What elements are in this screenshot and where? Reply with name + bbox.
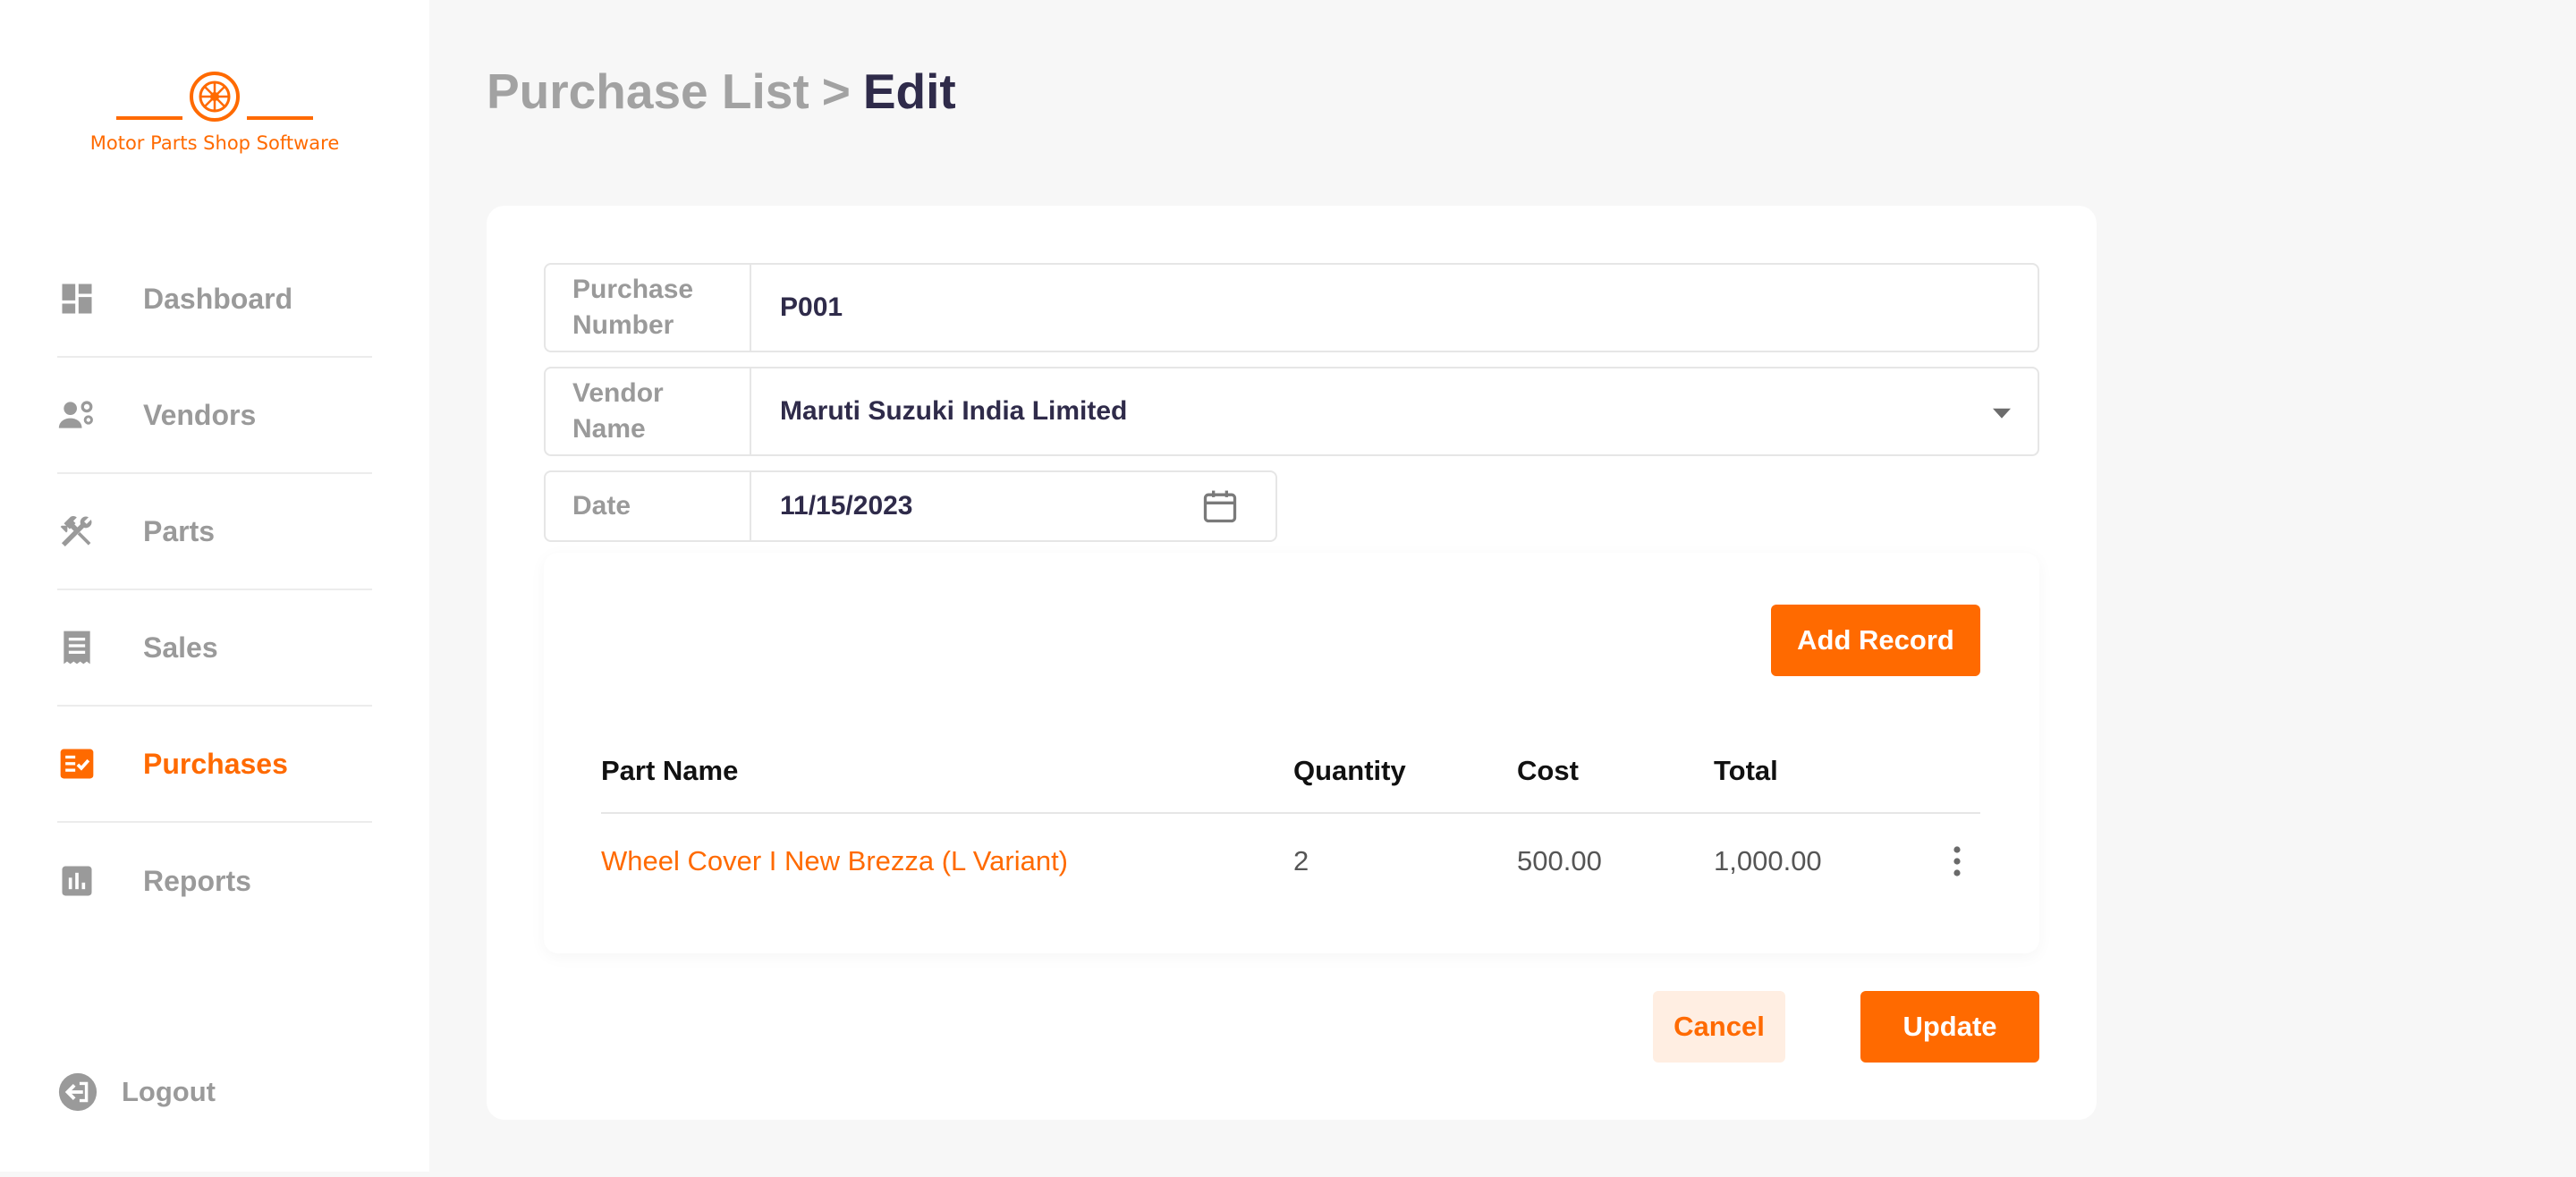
wheel-icon	[116, 72, 313, 122]
records-panel: Add Record Part Name Quantity Cost Total…	[544, 553, 2039, 953]
vendor-name-field: Vendor Name Maruti Suzuki India Limited	[544, 367, 2039, 456]
table-header: Part Name Quantity Cost Total	[601, 730, 1980, 814]
purchase-number-label: Purchase Number	[546, 265, 751, 351]
sidebar-item-label: Parts	[143, 514, 216, 547]
more-vertical-icon	[1953, 846, 1961, 876]
sidebar-item-sales[interactable]: Sales	[57, 590, 372, 707]
logout-label: Logout	[122, 1076, 216, 1107]
chevron-down-icon[interactable]	[1993, 408, 2011, 419]
add-record-button[interactable]: Add Record	[1771, 605, 1980, 676]
tools-icon	[57, 512, 97, 551]
date-input[interactable]: 11/15/2023	[751, 472, 1275, 540]
part-name-cell[interactable]: Wheel Cover I New Brezza (L Variant)	[601, 814, 1068, 909]
sidebar-item-purchases[interactable]: Purchases	[57, 707, 372, 823]
checklist-icon	[57, 744, 97, 783]
sidebar-item-vendors[interactable]: Vendors	[57, 358, 372, 474]
sidebar-item-label: Reports	[143, 864, 251, 897]
row-actions-button[interactable]	[1952, 814, 1962, 909]
table-row: Wheel Cover I New Brezza (L Variant) 2 5…	[601, 814, 1980, 909]
column-header-cost: Cost	[1517, 755, 1579, 786]
logout-button[interactable]: Logout	[57, 1070, 216, 1114]
purchase-number-input[interactable]: P001	[751, 265, 2038, 351]
sidebar: Motor Parts Shop Software Dashboard Vend…	[0, 0, 429, 1172]
total-cell: 1,000.00	[1714, 845, 1822, 876]
app: Motor Parts Shop Software Dashboard Vend…	[0, 0, 2576, 1177]
purchase-number-field: Purchase Number P001	[544, 263, 2039, 352]
sidebar-item-reports[interactable]: Reports	[57, 823, 372, 939]
update-button[interactable]: Update	[1860, 991, 2039, 1063]
sidebar-item-label: Sales	[143, 631, 218, 664]
breadcrumb-parent[interactable]: Purchase List	[487, 64, 809, 119]
calendar-icon[interactable]	[1200, 485, 1240, 528]
sidebar-item-parts[interactable]: Parts	[57, 474, 372, 590]
sidebar-nav: Dashboard Vendors Parts Sales Purchases …	[57, 241, 372, 939]
receipt-icon	[57, 628, 97, 667]
column-header-part-name: Part Name	[601, 755, 739, 786]
date-label: Date	[546, 472, 751, 540]
sidebar-item-label: Dashboard	[143, 282, 293, 315]
column-header-quantity: Quantity	[1293, 755, 1406, 786]
column-header-total: Total	[1714, 755, 1778, 786]
sidebar-item-label: Purchases	[143, 747, 288, 780]
date-field: Date 11/15/2023	[544, 470, 1277, 542]
bar-chart-icon	[57, 861, 97, 901]
cost-cell: 500.00	[1517, 845, 1602, 876]
vendor-name-value: Maruti Suzuki India Limited	[780, 396, 1128, 426]
dashboard-icon	[57, 279, 97, 318]
breadcrumb: Purchase List > Edit	[487, 63, 956, 120]
vendor-name-select[interactable]: Maruti Suzuki India Limited	[751, 368, 2038, 454]
brand-logo[interactable]: Motor Parts Shop Software	[89, 70, 340, 159]
vendor-name-label: Vendor Name	[546, 368, 751, 454]
sidebar-item-label: Vendors	[143, 398, 257, 431]
brand-name: Motor Parts Shop Software	[89, 132, 340, 154]
logout-icon	[58, 1072, 97, 1112]
breadcrumb-separator: >	[821, 64, 851, 119]
date-value: 11/15/2023	[780, 491, 913, 521]
sidebar-item-dashboard[interactable]: Dashboard	[57, 241, 372, 358]
edit-purchase-card: Purchase Number P001 Vendor Name Maruti …	[487, 206, 2097, 1120]
vendors-icon	[57, 395, 97, 435]
quantity-cell: 2	[1293, 845, 1309, 876]
cancel-button[interactable]: Cancel	[1653, 991, 1785, 1063]
page-title: Edit	[862, 64, 956, 119]
